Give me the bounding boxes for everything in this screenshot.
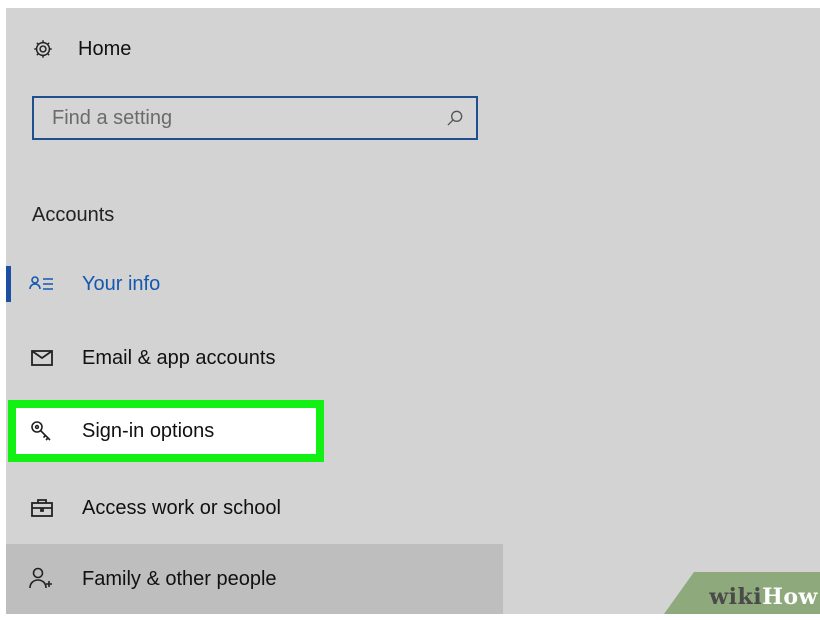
sidebar-item-label: Sign-in options	[82, 419, 215, 442]
search-input[interactable]: Find a setting	[32, 96, 478, 140]
search-placeholder: Find a setting	[52, 106, 173, 129]
wikihow-watermark-text: wikiHow	[709, 584, 818, 610]
person-list-icon	[29, 272, 55, 296]
key-icon	[28, 419, 54, 443]
mail-icon	[29, 346, 55, 370]
home-link[interactable]: Home	[32, 34, 131, 64]
sidebar-item-label: Your info	[82, 272, 161, 295]
sidebar-item-access-work-school[interactable]: Access work or school	[6, 482, 503, 534]
sidebar-item-label: Email & app accounts	[82, 346, 276, 369]
person-add-icon	[29, 566, 55, 590]
sidebar-item-your-info[interactable]: Your info	[6, 258, 503, 310]
watermark-wiki: wiki	[709, 584, 763, 610]
sidebar-item-label: Access work or school	[82, 496, 281, 519]
section-title: Accounts	[32, 204, 115, 226]
watermark-how: How	[762, 584, 818, 610]
sidebar-item-label: Family & other people	[82, 567, 277, 590]
sidebar-item-email-accounts[interactable]: Email & app accounts	[6, 332, 503, 384]
briefcase-icon	[29, 496, 55, 520]
active-indicator	[6, 266, 11, 302]
settings-panel: Home Find a setting Accounts Your info E…	[6, 8, 820, 614]
search-icon[interactable]	[444, 107, 466, 129]
home-label: Home	[78, 37, 132, 60]
sidebar-item-family-other-people[interactable]: Family & other people	[6, 544, 503, 614]
sidebar-item-sign-in-options[interactable]: Sign-in options	[8, 400, 324, 462]
gear-icon	[32, 38, 54, 60]
